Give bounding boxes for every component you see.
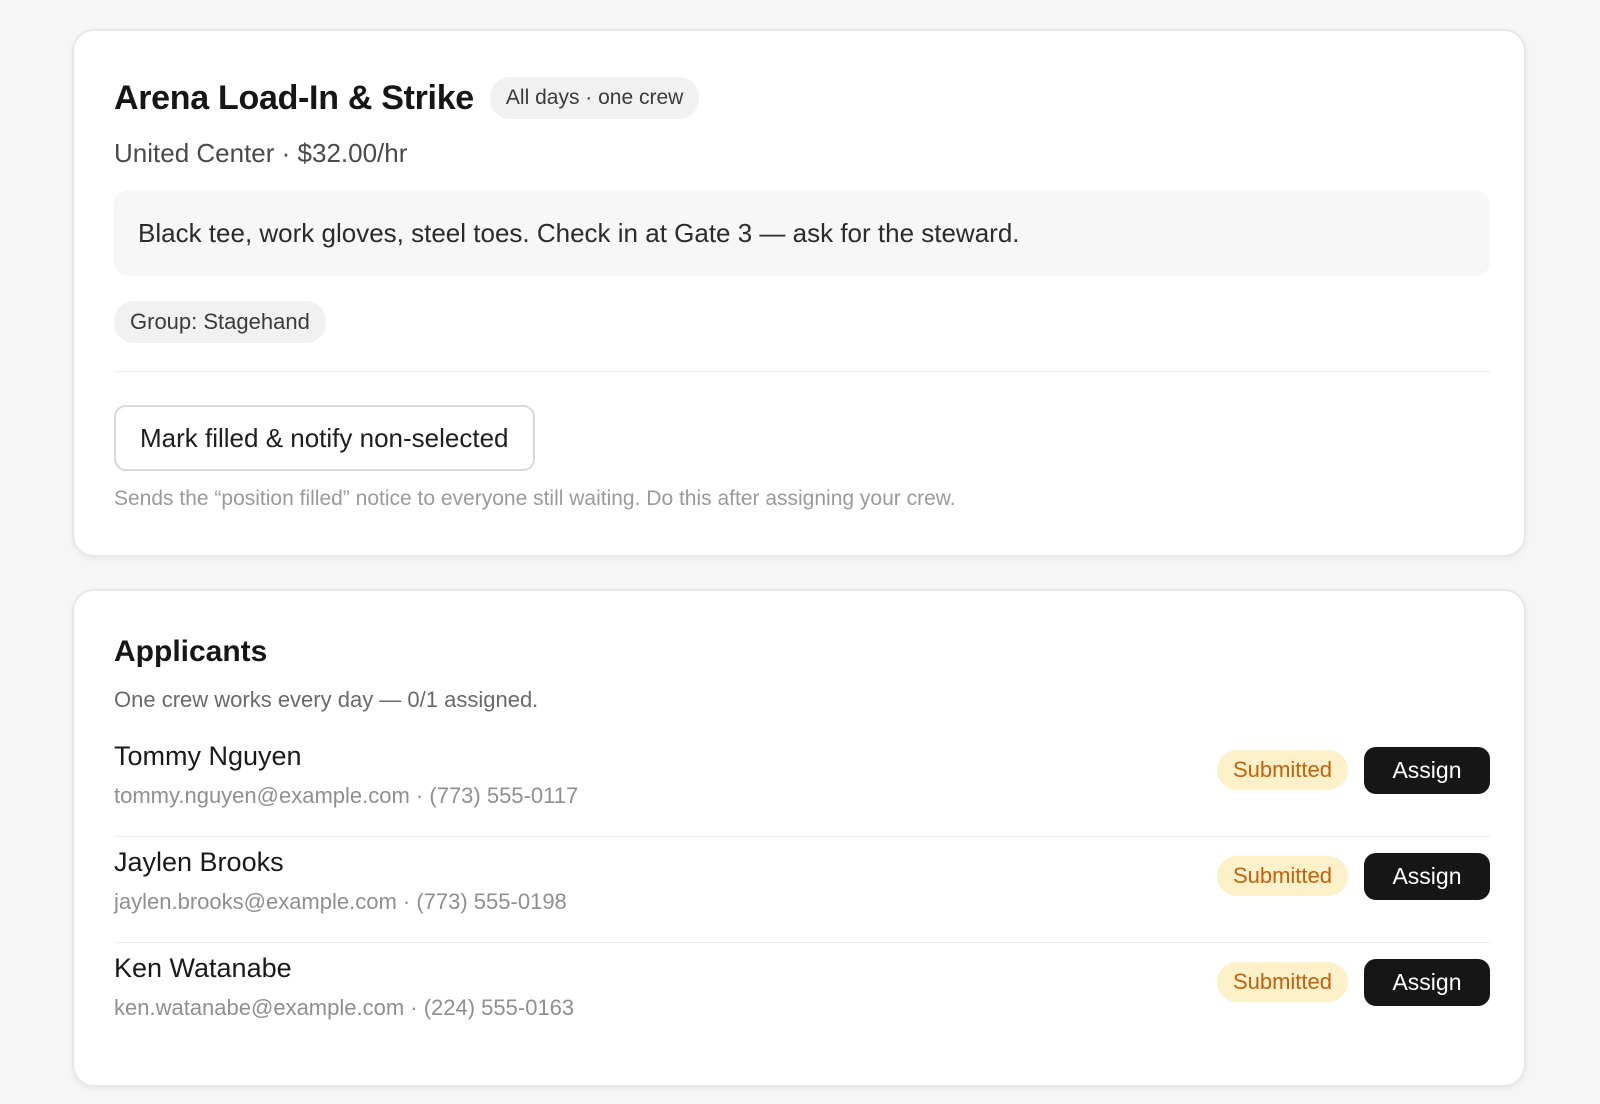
divider [114,371,1490,372]
assign-button[interactable]: Assign [1364,747,1490,794]
applicant-row: Ken Watanabe ken.watanabe@example.com · … [114,943,1490,1048]
status-badge: Submitted [1216,962,1348,1002]
group-tag: Group: Stagehand [114,301,326,343]
applicants-card: Applicants One crew works every day — 0/… [72,589,1526,1087]
applicant-contact: ken.watanabe@example.com · (224) 555-016… [114,995,575,1020]
mark-filled-button[interactable]: Mark filled & notify non-selected [114,405,535,471]
applicant-row: Tommy Nguyen tommy.nguyen@example.com · … [114,731,1490,837]
schedule-pill: All days · one crew [489,77,700,119]
applicant-name: Jaylen Brooks [114,847,284,877]
assign-button[interactable]: Assign [1364,959,1490,1006]
job-title-row: Arena Load-In & Strike All days · one cr… [114,77,700,119]
applicant-name: Ken Watanabe [114,953,292,983]
applicants-subtitle: One crew works every day — 0/1 assigned. [114,687,539,712]
applicant-row: Jaylen Brooks jaylen.brooks@example.com … [114,837,1490,943]
applicant-name: Tommy Nguyen [114,741,302,771]
job-title: Arena Load-In & Strike [114,78,474,117]
applicant-list: Tommy Nguyen tommy.nguyen@example.com · … [114,731,1490,1048]
status-badge: Submitted [1216,856,1348,896]
applicant-contact: tommy.nguyen@example.com · (773) 555-011… [114,783,579,808]
job-notes: Black tee, work gloves, steel toes. Chec… [114,190,1490,276]
status-badge: Submitted [1216,750,1348,790]
job-details-card: Arena Load-In & Strike All days · one cr… [72,29,1526,557]
applicant-contact: jaylen.brooks@example.com · (773) 555-01… [114,889,567,914]
mark-filled-helper-text: Sends the “position filled” notice to ev… [114,487,956,510]
job-notes-text: Black tee, work gloves, steel toes. Chec… [138,217,1020,248]
applicants-title: Applicants [114,635,268,668]
job-location-rate: United Center · $32.00/hr [114,138,408,168]
assign-button[interactable]: Assign [1364,853,1490,900]
